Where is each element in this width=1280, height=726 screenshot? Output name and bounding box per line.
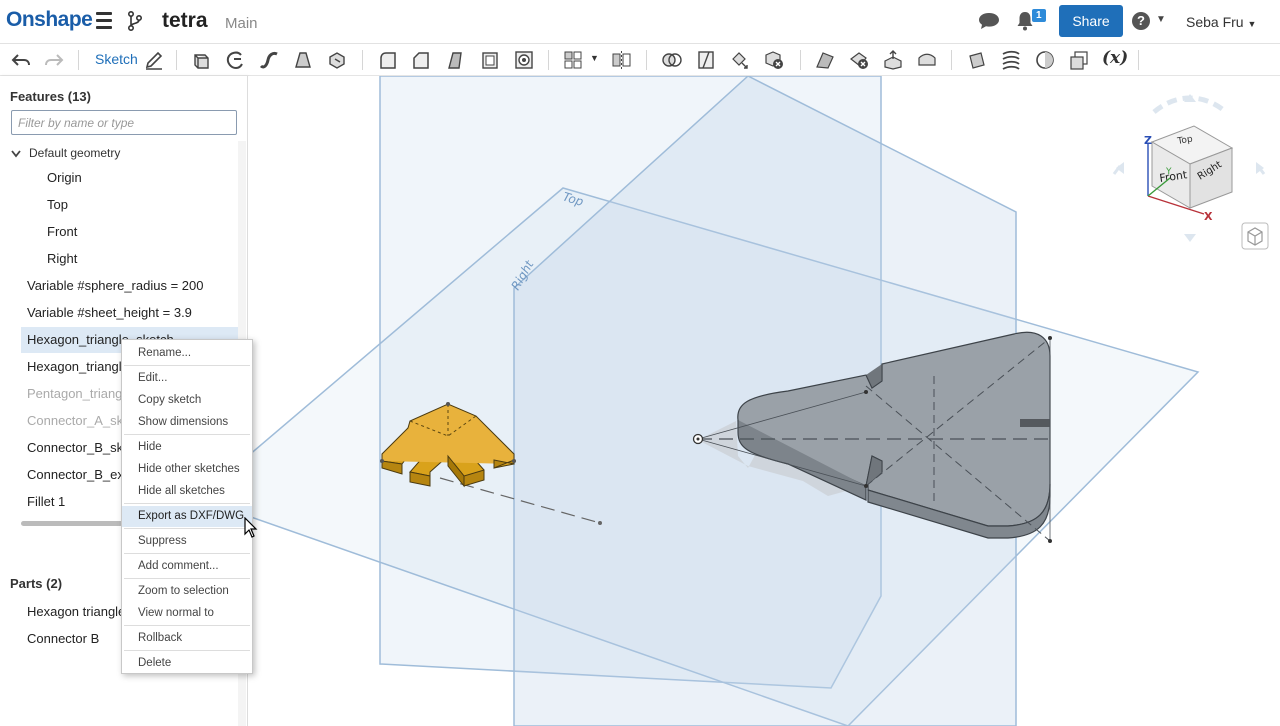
help-caret-icon[interactable]: ▼ [1156, 14, 1166, 25]
draft-icon[interactable] [444, 49, 466, 71]
menu-item-hide[interactable]: Hide [122, 437, 252, 458]
variable-button[interactable]: (x) [1102, 48, 1128, 68]
menu-item-rollback[interactable]: Rollback [122, 628, 252, 649]
modify-fillet-icon[interactable] [814, 49, 836, 71]
feature-toolbar: Sketch ▼ (x) [0, 44, 1280, 76]
chamfer-icon[interactable] [410, 49, 432, 71]
delete-face-icon[interactable] [848, 49, 870, 71]
fillet-icon[interactable] [377, 49, 399, 71]
graphics-viewport[interactable]: Top Right Top Front Right Z X Y [248, 76, 1280, 726]
revolve-icon[interactable] [224, 49, 246, 71]
chevron-down-icon[interactable] [11, 149, 21, 159]
mouse-cursor-icon [244, 517, 258, 538]
boolean-icon[interactable] [661, 49, 683, 71]
parts-title: Parts (2) [10, 576, 63, 591]
user-menu[interactable]: Seba Fru ▼ [1186, 14, 1256, 30]
menu-item-delete[interactable]: Delete [122, 653, 252, 674]
derived-icon[interactable] [1068, 49, 1090, 71]
mirror-icon[interactable] [610, 49, 632, 71]
sketch-button[interactable]: Sketch [95, 51, 138, 67]
replace-face-icon[interactable] [916, 49, 938, 71]
feature-item[interactable]: Variable #sheet_height = 3.9 [0, 300, 260, 326]
share-button[interactable]: Share [1059, 5, 1123, 37]
axis-z-label: Z [1144, 134, 1152, 147]
document-title[interactable]: tetra [162, 9, 208, 33]
view-cube[interactable]: Top Front Right Z X Y [1112, 94, 1266, 242]
transform-icon[interactable] [729, 49, 751, 71]
version-branch-icon[interactable] [126, 10, 144, 32]
workspace-name[interactable]: Main [225, 15, 258, 32]
axis-x-label: X [1204, 210, 1213, 223]
comments-icon[interactable] [978, 11, 1000, 31]
menu-item-suppress[interactable]: Suppress [122, 531, 252, 552]
menu-item-show-dimensions[interactable]: Show dimensions [122, 412, 252, 433]
redo-icon[interactable] [43, 49, 65, 71]
delete-part-icon[interactable] [763, 49, 785, 71]
pencil-icon[interactable] [143, 49, 165, 71]
feature-item[interactable]: Variable #sphere_radius = 200 [0, 273, 260, 299]
menu-item-hide-other-sketches[interactable]: Hide other sketches [122, 459, 252, 480]
user-name: Seba Fru [1186, 14, 1244, 30]
onshape-logo[interactable]: Onshape [6, 8, 93, 32]
feature-filter-input[interactable] [11, 110, 237, 135]
loft-icon[interactable] [292, 49, 314, 71]
view-mode-icon[interactable] [1241, 222, 1269, 250]
notification-badge: 1 [1032, 9, 1046, 22]
menu-icon[interactable] [96, 12, 112, 30]
hole-icon[interactable] [513, 49, 535, 71]
move-face-icon[interactable] [882, 49, 904, 71]
menu-item-export-dxf[interactable]: Export as DXF/DWG [122, 506, 252, 527]
context-menu: Rename... Edit... Copy sketch Show dimen… [121, 339, 253, 674]
split-icon[interactable] [695, 49, 717, 71]
mate-connector-icon[interactable] [1034, 49, 1056, 71]
pattern-icon[interactable] [562, 49, 584, 71]
default-geometry-group[interactable]: Default geometry [0, 140, 262, 166]
horizontal-scrollbar[interactable] [21, 521, 123, 526]
group-label: Default geometry [29, 146, 121, 160]
shell-icon[interactable] [479, 49, 501, 71]
sweep-icon[interactable] [258, 49, 280, 71]
helix-icon[interactable] [1000, 49, 1022, 71]
pattern-caret-icon[interactable]: ▼ [590, 53, 599, 63]
menu-item-add-comment[interactable]: Add comment... [122, 556, 252, 577]
top-bar: Onshape tetra Main 1 Share ? ▼ Seba Fru … [0, 0, 1280, 44]
extrude-icon[interactable] [190, 49, 212, 71]
menu-item-view-normal-to[interactable]: View normal to [122, 603, 252, 624]
scene-canvas[interactable]: Top Right Top Front Right Z X Y [248, 76, 1280, 726]
axis-y-label: Y [1165, 167, 1172, 177]
features-title: Features (13) [10, 89, 91, 104]
menu-item-zoom-to-selection[interactable]: Zoom to selection [122, 581, 252, 602]
undo-icon[interactable] [10, 49, 32, 71]
plane-icon[interactable] [966, 49, 988, 71]
help-icon[interactable]: ? [1132, 12, 1150, 30]
menu-item-hide-all-sketches[interactable]: Hide all sketches [122, 481, 252, 502]
thicken-icon[interactable] [326, 49, 348, 71]
menu-item-rename[interactable]: Rename... [122, 343, 252, 364]
menu-item-edit[interactable]: Edit... [122, 368, 252, 389]
menu-item-copy-sketch[interactable]: Copy sketch [122, 390, 252, 411]
